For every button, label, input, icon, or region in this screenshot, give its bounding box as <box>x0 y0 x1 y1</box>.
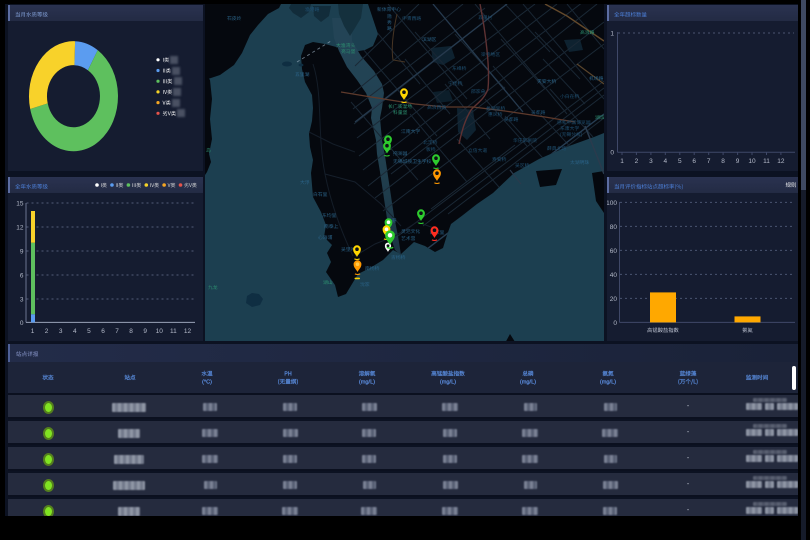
svg-text:1: 1 <box>610 31 614 38</box>
svg-text:10: 10 <box>748 158 756 165</box>
svg-text:10: 10 <box>156 328 164 335</box>
svg-text:4: 4 <box>663 158 667 165</box>
svg-text:7: 7 <box>115 328 119 335</box>
svg-text:(mg/L): (mg/L) <box>440 380 456 386</box>
svg-text:9: 9 <box>20 249 24 256</box>
svg-text:0: 0 <box>613 320 617 327</box>
svg-text:4: 4 <box>73 328 77 335</box>
svg-text:0: 0 <box>20 320 24 327</box>
svg-text:3: 3 <box>20 297 24 304</box>
svg-text:12: 12 <box>777 158 785 165</box>
svg-text:(mg/L): (mg/L) <box>600 380 616 386</box>
svg-text:2: 2 <box>635 158 639 165</box>
svg-text:(mg/L): (mg/L) <box>359 380 375 386</box>
svg-text:6: 6 <box>692 158 696 165</box>
svg-text:3: 3 <box>649 158 653 165</box>
svg-text:5: 5 <box>678 158 682 165</box>
svg-text:(mg/L): (mg/L) <box>520 380 536 386</box>
svg-text:2: 2 <box>45 328 49 335</box>
svg-text:12: 12 <box>16 225 24 232</box>
svg-text:6: 6 <box>101 328 105 335</box>
svg-text:12: 12 <box>184 328 192 335</box>
svg-text:15: 15 <box>16 201 24 208</box>
svg-text:0: 0 <box>610 150 614 157</box>
svg-text:60: 60 <box>610 248 618 255</box>
svg-text:11: 11 <box>170 328 177 335</box>
svg-text:(°C): (°C) <box>202 380 212 386</box>
svg-text:40: 40 <box>610 272 618 279</box>
svg-text:11: 11 <box>763 158 770 165</box>
svg-text:8: 8 <box>129 328 133 335</box>
svg-text:8: 8 <box>721 158 725 165</box>
svg-text:3: 3 <box>59 328 63 335</box>
svg-text:1: 1 <box>31 328 35 335</box>
svg-text:5: 5 <box>87 328 91 335</box>
svg-text:20: 20 <box>610 296 618 303</box>
svg-text:80: 80 <box>610 224 618 231</box>
svg-text:7: 7 <box>707 158 711 165</box>
svg-text:100: 100 <box>607 200 617 207</box>
svg-text:1: 1 <box>620 158 624 165</box>
svg-text:6: 6 <box>20 273 24 280</box>
svg-text:9: 9 <box>736 158 740 165</box>
svg-text:9: 9 <box>143 328 147 335</box>
